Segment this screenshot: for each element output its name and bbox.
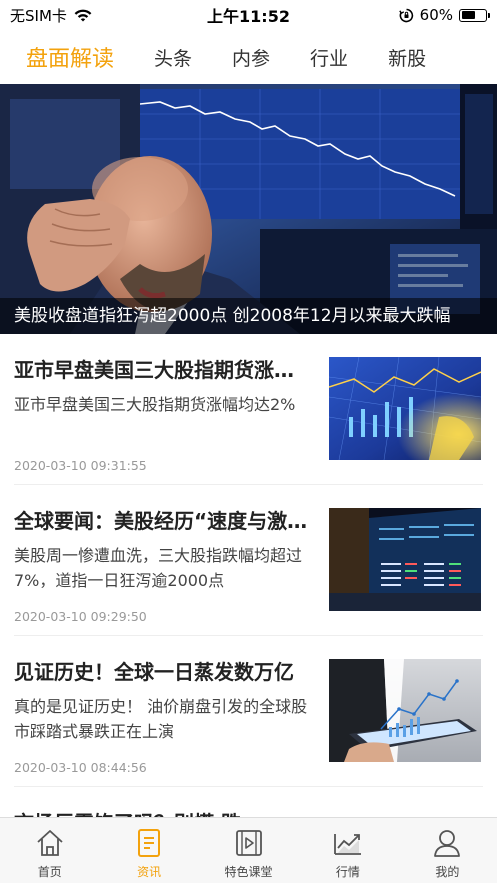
home-icon — [37, 830, 63, 856]
tab-industry[interactable]: 行业 — [310, 44, 348, 71]
status-left: 无SIM卡 — [10, 5, 93, 26]
nav-market[interactable]: 行情 — [298, 818, 397, 883]
hero-caption: 美股收盘道指狂泻超2000点 创2008年12月以来最大跌幅 — [0, 298, 497, 334]
status-bar: 无SIM卡 上午11:52 60% — [0, 0, 497, 30]
news-summary: 真的是见证历史！ 油价崩盘引发的全球股市踩踏式暴跌正在上演 — [14, 697, 308, 741]
battery-percent: 60% — [419, 6, 453, 24]
nav-label: 行情 — [335, 865, 360, 879]
news-thumbnail — [329, 659, 481, 762]
news-title: 见证历史！全球一日蒸发数万亿 — [14, 660, 294, 684]
news-thumbnail — [329, 508, 481, 611]
news-thumbnail — [329, 357, 481, 460]
news-summary: 美股周一惨遭血洗，三大股指跌幅均超过7%，道指一日狂泻逾2000点 — [14, 546, 303, 590]
news-item[interactable]: 亚市早盘美国三大股指期货涨幅均达2% 亚市早盘美国三大股指期货涨幅均达2% 20… — [14, 334, 483, 485]
news-item[interactable]: 见证历史！全球一日蒸发数万亿 真的是见证历史！ 油价崩盘引发的全球股市踩踏式暴跌… — [14, 636, 483, 787]
news-time: 2020-03-10 09:31:55 — [14, 458, 147, 473]
news-title: 全球要闻：美股经历“速度与激情” — [14, 509, 310, 533]
news-summary: 亚市早盘美国三大股指期货涨幅均达2% — [14, 395, 296, 414]
hero-banner[interactable]: 美股收盘道指狂泻超2000点 创2008年12月以来最大跌幅 — [0, 84, 497, 334]
tab-insider[interactable]: 内参 — [232, 44, 270, 71]
tab-market-analysis[interactable]: 盘面解读 — [26, 41, 114, 73]
profile-icon — [434, 830, 461, 857]
nav-news[interactable]: 资讯 — [99, 818, 198, 883]
news-icon — [138, 829, 161, 857]
news-item[interactable]: 全球要闻：美股经历“速度与激情” 美股周一惨遭血洗，三大股指跌幅均超过7%，道指… — [14, 485, 483, 636]
news-time: 2020-03-10 09:29:50 — [14, 609, 147, 624]
nav-class[interactable]: 特色课堂 — [199, 818, 298, 883]
market-chart-icon — [334, 834, 361, 855]
battery-icon — [459, 8, 490, 22]
orientation-lock-icon — [398, 8, 413, 22]
nav-profile[interactable]: 我的 — [398, 818, 497, 883]
carrier-label: 无SIM卡 — [10, 6, 67, 25]
news-title: 亚市早盘美国三大股指期货涨幅均达2% — [14, 358, 310, 382]
video-class-icon — [235, 830, 262, 856]
tab-ipo[interactable]: 新股 — [388, 44, 426, 71]
nav-label: 资讯 — [137, 865, 162, 879]
news-time: 2020-03-10 08:44:56 — [14, 760, 147, 775]
category-tabs: 盘面解读 头条 内参 行业 新股 — [0, 30, 497, 84]
nav-home[interactable]: 首页 — [0, 818, 99, 883]
nav-label: 特色课堂 — [224, 865, 273, 879]
battery-level — [461, 11, 476, 19]
bottom-nav: 首页 资讯 特色课堂 行情 我的 — [0, 817, 497, 883]
news-list: 亚市早盘美国三大股指期货涨幅均达2% 亚市早盘美国三大股指期货涨幅均达2% 20… — [0, 334, 497, 835]
nav-label: 我的 — [435, 865, 460, 879]
tab-headlines[interactable]: 头条 — [154, 44, 192, 71]
wifi-icon — [74, 9, 92, 21]
nav-label: 首页 — [37, 865, 62, 879]
status-right: 60% — [398, 6, 490, 24]
hero-image — [0, 84, 497, 334]
